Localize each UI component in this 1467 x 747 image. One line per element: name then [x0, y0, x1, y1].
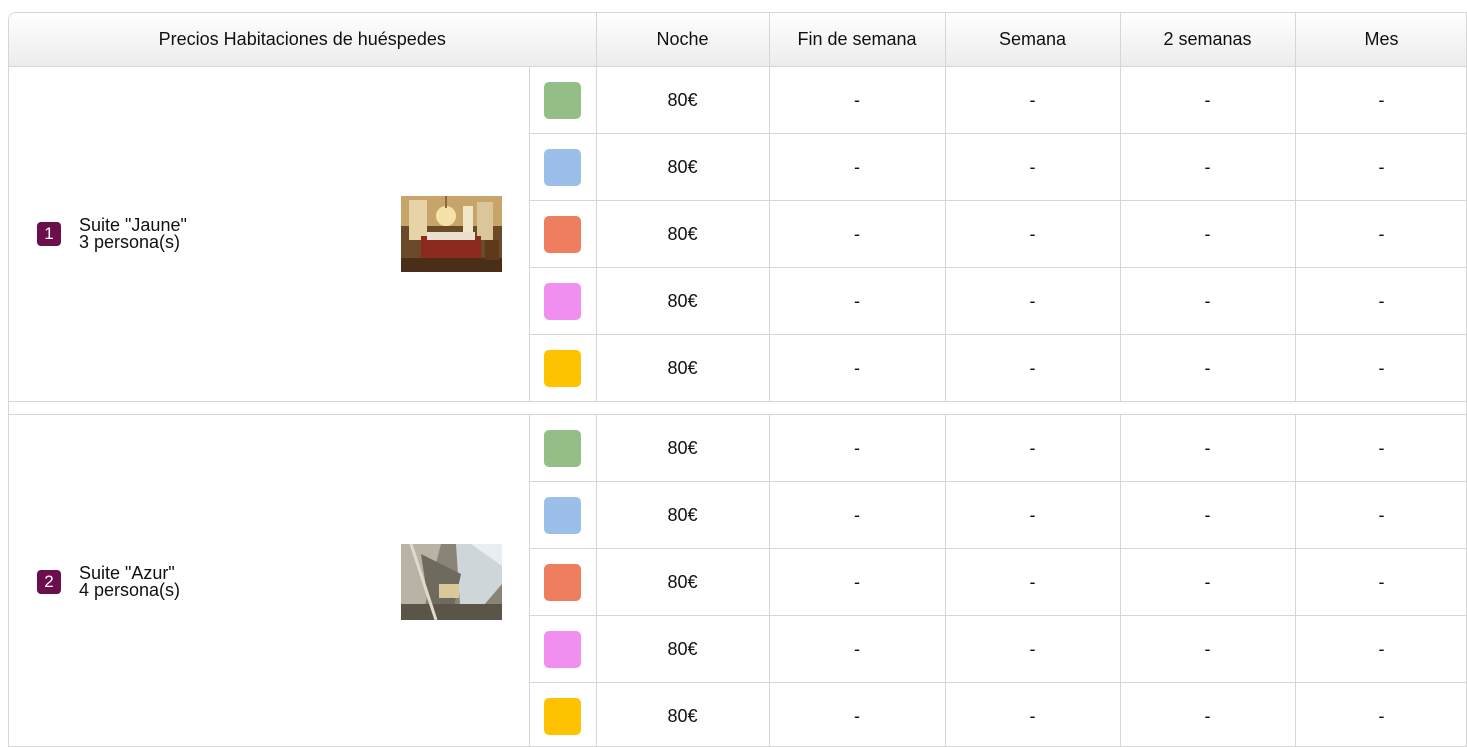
rate-cell-mes: - [1295, 66, 1466, 134]
rate-cell-2-semanas: - [1120, 334, 1296, 402]
season-color-swatch[interactable] [544, 148, 581, 186]
season-color-swatch[interactable] [544, 349, 581, 387]
rate-cell-noche: 80€ [596, 548, 770, 616]
rate-cell-mes: - [1295, 682, 1466, 746]
rate-cell-mes: - [1295, 267, 1466, 335]
bedroom-chandelier-photo [401, 196, 502, 272]
season-swatch-cell [529, 200, 597, 268]
header-row: Precios Habitaciones de huéspedes Noche … [9, 13, 1466, 67]
rate-cell-2-semanas: - [1120, 682, 1296, 746]
table-row: 1 Suite "Jaune" 3 persona(s) 80€ - - - - [9, 66, 1466, 402]
col-header-2-semanas: 2 semanas [1120, 13, 1296, 67]
rate-cell-2-semanas: - [1120, 267, 1296, 335]
rate-cell-semana: - [945, 267, 1121, 335]
rate-cell-noche: 80€ [596, 66, 770, 134]
room-number-badge: 1 [37, 222, 61, 246]
rate-cell-fin-de-semana: - [769, 481, 946, 549]
attic-bedroom-photo [401, 544, 502, 620]
price-table: Precios Habitaciones de huéspedes Noche … [9, 13, 1466, 746]
rate-cell-semana: - [945, 66, 1121, 134]
room-separator [9, 401, 1466, 415]
rate-cell-noche: 80€ [596, 133, 770, 201]
col-header-fin-de-semana: Fin de semana [769, 13, 946, 67]
season-color-swatch[interactable] [544, 429, 581, 467]
rate-cell-noche: 80€ [596, 200, 770, 268]
rate-cell-noche: 80€ [596, 267, 770, 335]
rate-cell-semana: - [945, 334, 1121, 402]
rate-cell-noche: 80€ [596, 615, 770, 683]
col-header-noche: Noche [596, 13, 770, 67]
table-title: Precios Habitaciones de huéspedes [9, 13, 597, 67]
season-swatch-cell [529, 334, 597, 402]
rate-cell-semana: - [945, 133, 1121, 201]
rate-cell-semana: - [945, 548, 1121, 616]
rate-cell-fin-de-semana: - [769, 66, 946, 134]
season-swatch-cell [529, 267, 597, 335]
season-swatch-cell [529, 133, 597, 201]
season-color-swatch[interactable] [544, 81, 581, 119]
room-capacity: 3 persona(s) [79, 232, 181, 252]
table-row: 2 Suite "Azur" 4 persona(s) 80€ - - - - [9, 414, 1466, 746]
rate-cell-fin-de-semana: - [769, 682, 946, 746]
season-color-swatch[interactable] [544, 496, 581, 534]
rate-cell-fin-de-semana: - [769, 548, 946, 616]
rate-cell-fin-de-semana: - [769, 267, 946, 335]
season-color-swatch[interactable] [544, 215, 581, 253]
season-swatch-cell [529, 414, 597, 482]
rate-cell-fin-de-semana: - [769, 414, 946, 482]
rate-cell-fin-de-semana: - [769, 133, 946, 201]
col-header-mes: Mes [1295, 13, 1466, 67]
rate-cell-2-semanas: - [1120, 200, 1296, 268]
rate-cell-2-semanas: - [1120, 615, 1296, 683]
rate-cell-noche: 80€ [596, 414, 770, 482]
rate-cell-noche: 80€ [596, 682, 770, 746]
rate-cell-2-semanas: - [1120, 66, 1296, 134]
room-capacity: 4 persona(s) [79, 580, 181, 600]
rate-cell-2-semanas: - [1120, 414, 1296, 482]
col-header-semana: Semana [945, 13, 1121, 67]
rate-cell-mes: - [1295, 481, 1466, 549]
rate-cell-fin-de-semana: - [769, 200, 946, 268]
room-photo[interactable] [401, 196, 502, 272]
rate-cell-semana: - [945, 682, 1121, 746]
rate-cell-2-semanas: - [1120, 133, 1296, 201]
season-swatch-cell [529, 548, 597, 616]
rate-cell-2-semanas: - [1120, 548, 1296, 616]
season-color-swatch[interactable] [544, 630, 581, 668]
season-color-swatch[interactable] [544, 282, 581, 320]
rate-cell-fin-de-semana: - [769, 615, 946, 683]
room-photo[interactable] [401, 544, 502, 620]
rate-cell-mes: - [1295, 414, 1466, 482]
room-description: Suite "Jaune" 3 persona(s) [79, 216, 187, 252]
rate-cell-mes: - [1295, 548, 1466, 616]
rate-cell-semana: - [945, 414, 1121, 482]
season-swatch-cell [529, 66, 597, 134]
room-number-badge: 2 [37, 570, 61, 594]
rate-cell-mes: - [1295, 133, 1466, 201]
room-description: Suite "Azur" 4 persona(s) [79, 564, 181, 600]
rate-cell-semana: - [945, 481, 1121, 549]
rate-cell-noche: 80€ [596, 334, 770, 402]
rate-cell-semana: - [945, 200, 1121, 268]
season-swatch-cell [529, 481, 597, 549]
rate-cell-semana: - [945, 615, 1121, 683]
rate-cell-2-semanas: - [1120, 481, 1296, 549]
season-color-swatch[interactable] [544, 563, 581, 601]
rate-cell-mes: - [1295, 334, 1466, 402]
season-swatch-cell [529, 682, 597, 746]
rate-cell-mes: - [1295, 615, 1466, 683]
room-cell: 2 Suite "Azur" 4 persona(s) [9, 414, 530, 746]
season-swatch-cell [529, 615, 597, 683]
price-table-frame: Precios Habitaciones de huéspedes Noche … [8, 12, 1467, 747]
rate-cell-noche: 80€ [596, 481, 770, 549]
rate-cell-mes: - [1295, 200, 1466, 268]
room-cell: 1 Suite "Jaune" 3 persona(s) [9, 66, 530, 402]
rate-cell-fin-de-semana: - [769, 334, 946, 402]
season-color-swatch[interactable] [544, 697, 581, 735]
